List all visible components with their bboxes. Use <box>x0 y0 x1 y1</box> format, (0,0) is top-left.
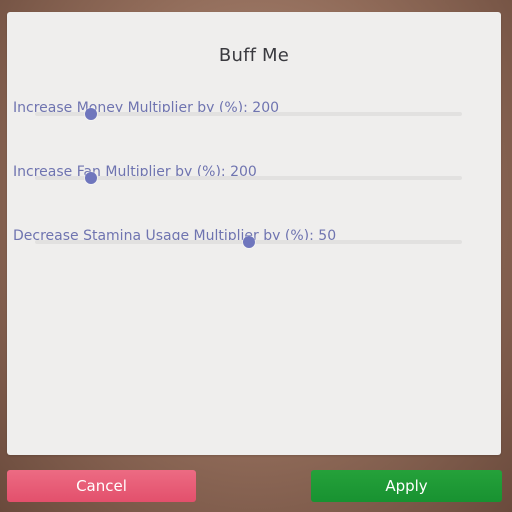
fan-multiplier-slider-thumb[interactable] <box>84 172 97 184</box>
stamina-multiplier-slider[interactable] <box>35 236 462 248</box>
buff-dialog: Buff Me Increase Money Multiplier by (%)… <box>7 12 501 455</box>
fan-multiplier-slider[interactable] <box>35 172 462 184</box>
cancel-button[interactable]: Cancel <box>7 470 196 502</box>
money-multiplier-slider[interactable] <box>35 108 462 120</box>
apply-button[interactable]: Apply <box>311 470 502 502</box>
dialog-title: Buff Me <box>218 45 290 66</box>
stamina-multiplier-slider-thumb[interactable] <box>242 236 255 248</box>
money-multiplier-slider-thumb[interactable] <box>84 108 97 120</box>
